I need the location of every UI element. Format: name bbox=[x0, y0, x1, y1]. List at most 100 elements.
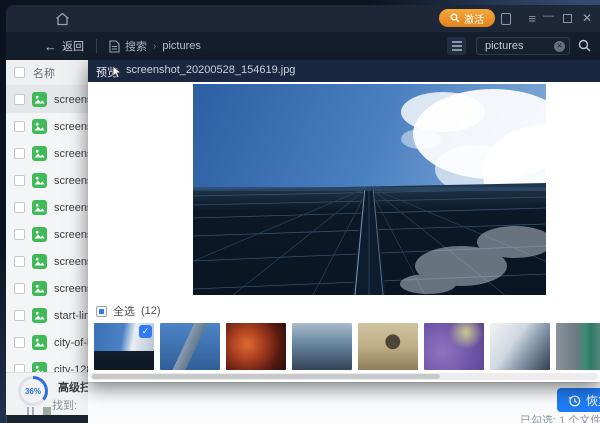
select-all-checkbox-indeterminate[interactable] bbox=[96, 306, 107, 317]
image-file-icon bbox=[32, 254, 47, 269]
scan-stage-label: 高级扫 bbox=[58, 379, 88, 395]
thumbnail-skyscraper-up[interactable] bbox=[160, 323, 220, 370]
file-row[interactable]: city-of-l bbox=[6, 329, 88, 356]
breadcrumb-separator: › bbox=[153, 41, 156, 52]
row-checkbox[interactable] bbox=[14, 121, 25, 132]
thumbnail-scrollbar[interactable] bbox=[90, 373, 598, 380]
restore-clock-icon bbox=[568, 394, 581, 407]
scrollbar-thumb[interactable] bbox=[92, 374, 440, 379]
file-name: screensh bbox=[54, 202, 88, 214]
page-icon[interactable] bbox=[501, 13, 511, 25]
home-icon[interactable] bbox=[55, 12, 70, 31]
file-name: screensh bbox=[54, 175, 88, 187]
file-row[interactable]: screensh bbox=[6, 248, 88, 275]
toolbar: ← 返回 搜索 › pictures pictures ✕ bbox=[6, 32, 600, 60]
list-view-button[interactable] bbox=[447, 37, 466, 55]
file-row[interactable]: screensh bbox=[6, 167, 88, 194]
image-file-icon bbox=[32, 173, 47, 188]
activate-button[interactable]: 激活 bbox=[439, 9, 495, 27]
activate-label: 激活 bbox=[464, 11, 484, 26]
breadcrumb-search[interactable]: 搜索 bbox=[125, 38, 147, 54]
file-list-panel: 名称 screenshscreenshscreenshscreenshscree… bbox=[6, 60, 88, 415]
preview-body: 全选 (12) ✓ bbox=[88, 82, 600, 382]
magnifier-icon bbox=[450, 13, 460, 23]
pause-icon[interactable] bbox=[27, 407, 34, 415]
image-file-icon bbox=[32, 119, 47, 134]
file-name: start-line bbox=[54, 310, 88, 322]
row-checkbox[interactable] bbox=[14, 283, 25, 294]
row-checkbox[interactable] bbox=[14, 337, 25, 348]
image-file-icon bbox=[32, 308, 47, 323]
file-row[interactable]: screensh bbox=[6, 140, 88, 167]
thumbnail-night-street[interactable] bbox=[226, 323, 286, 370]
row-checkbox[interactable] bbox=[14, 202, 25, 213]
file-name: city-of-l bbox=[54, 337, 88, 349]
image-file-icon bbox=[32, 200, 47, 215]
minimize-button[interactable]: — bbox=[543, 10, 554, 22]
image-file-icon bbox=[32, 227, 47, 242]
thumbnail-building-sky[interactable]: ✓ bbox=[94, 323, 154, 370]
file-row[interactable]: screensh bbox=[6, 113, 88, 140]
document-icon bbox=[109, 40, 120, 53]
thumbnail-tower-clouds[interactable] bbox=[490, 323, 550, 370]
back-arrow-icon[interactable]: ← bbox=[44, 39, 57, 54]
scan-percent: 36% bbox=[25, 387, 41, 396]
column-name-label: 名称 bbox=[33, 65, 55, 81]
file-name: screensh bbox=[54, 229, 88, 241]
scan-status-panel: 36% 高级扫 找到: bbox=[6, 372, 88, 415]
thumbnail-river-city[interactable] bbox=[556, 323, 600, 370]
file-row[interactable]: screensh bbox=[6, 275, 88, 302]
selected-check-badge: ✓ bbox=[139, 325, 152, 338]
thumbnail-man-desk[interactable] bbox=[358, 323, 418, 370]
image-file-icon bbox=[32, 92, 47, 107]
app-window: 激活 ≡ — ✕ ← 返回 搜索 › pictures pictures ✕ 名… bbox=[0, 0, 600, 423]
divider bbox=[96, 39, 97, 53]
scan-found-label: 找到: bbox=[52, 397, 77, 413]
row-checkbox[interactable] bbox=[14, 175, 25, 186]
select-all-label: 全选 bbox=[113, 303, 135, 319]
search-value: pictures bbox=[485, 40, 554, 52]
file-row[interactable]: screensh bbox=[6, 194, 88, 221]
maximize-button[interactable] bbox=[563, 14, 572, 23]
back-button[interactable]: 返回 bbox=[62, 38, 84, 54]
preview-filename: screenshot_20200528_154619.jpg bbox=[126, 64, 295, 76]
preview-image bbox=[193, 84, 546, 295]
mouse-cursor bbox=[112, 65, 122, 82]
clear-icon[interactable]: ✕ bbox=[554, 41, 565, 52]
file-name: screensh bbox=[54, 121, 88, 133]
image-file-icon bbox=[32, 335, 47, 350]
image-file-icon bbox=[32, 281, 47, 296]
recover-button[interactable]: 恢复 bbox=[557, 388, 600, 412]
row-checkbox[interactable] bbox=[14, 94, 25, 105]
menu-icon[interactable]: ≡ bbox=[528, 11, 536, 26]
selected-files-info: 已勾选: 1 个文件 (230 bbox=[520, 412, 600, 423]
search-input[interactable]: pictures ✕ bbox=[476, 37, 570, 55]
row-checkbox[interactable] bbox=[14, 256, 25, 267]
image-file-icon bbox=[32, 146, 47, 161]
file-name: screensh bbox=[54, 256, 88, 268]
scan-progress-ring: 36% bbox=[18, 376, 48, 406]
select-all-count: (12) bbox=[141, 305, 161, 317]
file-list-header: 名称 bbox=[6, 60, 88, 86]
preview-titlebar: 预览 screenshot_20200528_154619.jpg bbox=[88, 60, 600, 82]
thumbnail-lavender[interactable] bbox=[424, 323, 484, 370]
select-all-checkbox[interactable] bbox=[14, 67, 25, 78]
file-row[interactable]: screensh bbox=[6, 86, 88, 113]
file-row[interactable]: screensh bbox=[6, 221, 88, 248]
row-checkbox[interactable] bbox=[14, 229, 25, 240]
row-checkbox[interactable] bbox=[14, 310, 25, 321]
preview-window: 预览 screenshot_20200528_154619.jpg bbox=[88, 60, 600, 382]
select-all-row: 全选 (12) bbox=[96, 303, 161, 319]
file-list: screensh screensh screensh screensh screensh… bbox=[6, 86, 88, 383]
file-name: screensh bbox=[54, 148, 88, 160]
file-name: screensh bbox=[54, 94, 88, 106]
breadcrumb-pictures[interactable]: pictures bbox=[162, 40, 201, 52]
file-row[interactable]: start-line bbox=[6, 302, 88, 329]
footer-bar: 恢复 已勾选: 1 个文件 (230 bbox=[88, 382, 600, 423]
row-checkbox[interactable] bbox=[14, 148, 25, 159]
stop-icon[interactable] bbox=[43, 407, 51, 415]
thumbnail-city-towers[interactable] bbox=[292, 323, 352, 370]
thumbnail-strip: ✓ bbox=[94, 323, 600, 370]
search-icon[interactable] bbox=[578, 39, 591, 52]
close-button[interactable]: ✕ bbox=[582, 11, 592, 25]
